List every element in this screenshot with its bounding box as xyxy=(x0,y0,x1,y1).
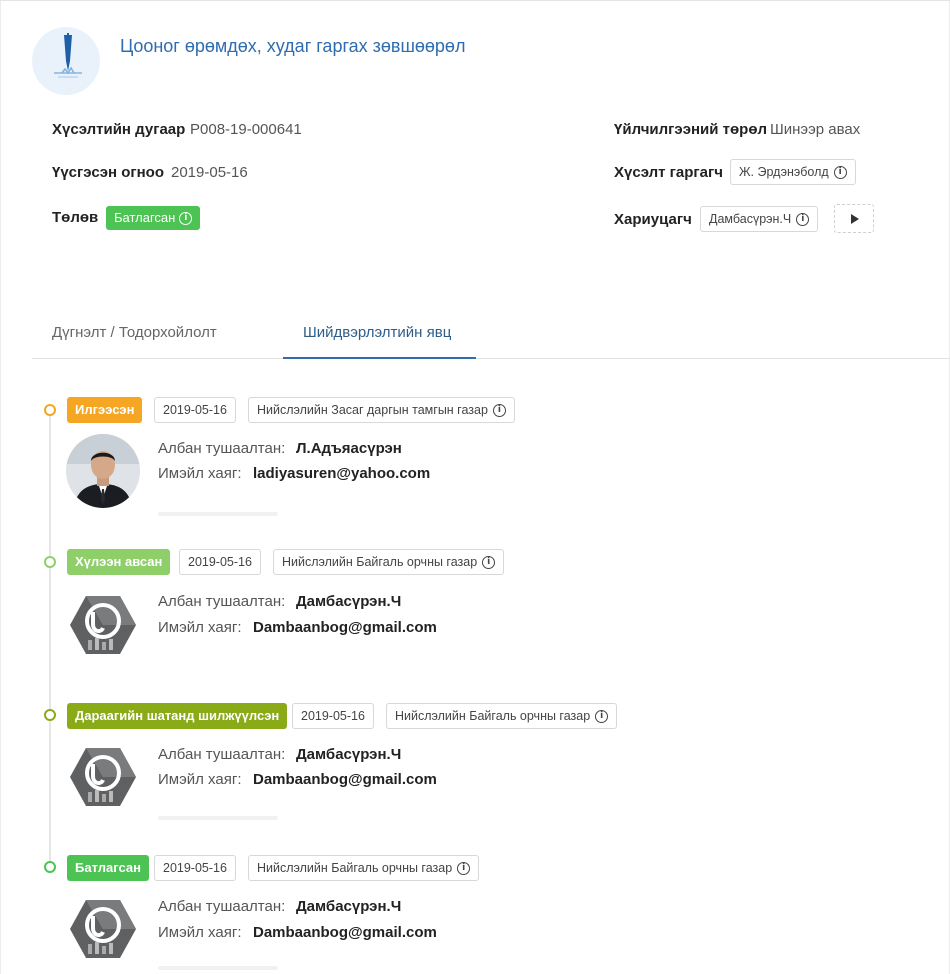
official-label: Албан тушаалтан: xyxy=(158,898,286,915)
avatar xyxy=(66,434,140,508)
timeline-dot xyxy=(44,861,56,873)
active-tab-indicator xyxy=(283,357,476,359)
created-date-value: 2019-05-16 xyxy=(171,164,248,181)
org-name: Нийслэлийн Байгаль орчны газар xyxy=(257,861,453,875)
responsible-chip[interactable]: Дамбасүрэн.Ч i xyxy=(700,206,819,232)
info-icon: i xyxy=(482,555,496,569)
status-label: Төлөв xyxy=(52,209,99,226)
official-label: Албан тушаалтан: xyxy=(158,440,286,457)
info-icon: i xyxy=(492,403,506,417)
email-value[interactable]: Dambaanbog@gmail.com xyxy=(253,924,437,941)
org-chip[interactable]: Нийслэлийн Байгаль орчны газар i xyxy=(248,855,480,881)
drill-icon xyxy=(32,27,100,95)
email-label: Имэйл хаяг: xyxy=(158,924,242,941)
info-icon: i xyxy=(179,211,193,225)
status-tag-approved: Батлагсан xyxy=(67,855,149,881)
placeholder-line xyxy=(158,816,278,820)
email-label: Имэйл хаяг: xyxy=(158,771,242,788)
info-icon: i xyxy=(796,212,810,226)
placeholder-line xyxy=(158,966,278,970)
info-icon: i xyxy=(457,861,471,875)
official-name: Дамбасүрэн.Ч xyxy=(296,898,402,915)
uberp-logo xyxy=(66,892,140,966)
service-type-label: Үйлчилгээний төрөл xyxy=(614,121,768,138)
official-label: Албан тушаалтан: xyxy=(158,746,286,763)
email-value[interactable]: Dambaanbog@gmail.com xyxy=(253,619,437,636)
org-name: Нийслэлийн Байгаль орчны газар xyxy=(282,555,478,569)
tabs-divider xyxy=(32,358,950,359)
uberp-logo xyxy=(66,588,140,662)
email-label: Имэйл хаяг: xyxy=(158,465,242,482)
org-chip[interactable]: Нийслэлийн Засаг даргын тамгын газар i xyxy=(248,397,515,423)
timeline-line xyxy=(49,410,51,870)
org-chip[interactable]: Нийслэлийн Байгаль орчны газар i xyxy=(386,703,618,729)
email-value[interactable]: Dambaanbog@gmail.com xyxy=(253,771,437,788)
status-tag-forwarded: Дараагийн шатанд шилжүүлсэн xyxy=(67,703,288,729)
status-badge[interactable]: Батлагсан i xyxy=(106,206,201,230)
top-border xyxy=(0,0,950,1)
play-icon xyxy=(851,214,859,224)
created-date-label: Үүсгэсэн огноо xyxy=(52,164,165,181)
placeholder-line xyxy=(158,512,278,516)
date-chip: 2019-05-16 xyxy=(154,397,236,423)
timeline-dot xyxy=(44,404,56,416)
responsible-name: Дамбасүрэн.Ч xyxy=(709,212,792,226)
date-chip: 2019-05-16 xyxy=(179,549,261,575)
org-chip[interactable]: Нийслэлийн Байгаль орчны газар i xyxy=(273,549,505,575)
request-number-value: P008-19-000641 xyxy=(190,121,302,138)
timeline-dot xyxy=(44,709,56,721)
page-title: Цооног өрөмдөх, худаг гаргах зөвшөөрөл xyxy=(120,36,466,56)
info-icon: i xyxy=(595,709,609,723)
date-chip: 2019-05-16 xyxy=(154,855,236,881)
org-name: Нийслэлийн Байгаль орчны газар xyxy=(395,709,591,723)
tab-progress[interactable]: Шийдвэрлэлтийн явц xyxy=(303,324,451,341)
org-name: Нийслэлийн Засаг даргын тамгын газар xyxy=(257,403,488,417)
service-type-value: Шинээр авах xyxy=(770,121,861,138)
request-number-label: Хүсэлтийн дугаар xyxy=(52,121,186,138)
play-button[interactable] xyxy=(834,204,874,233)
requester-chip[interactable]: Ж. Эрдэнэболд i xyxy=(730,159,856,185)
status-tag-received: Хүлээн авсан xyxy=(67,549,171,575)
status-tag-sent: Илгээсэн xyxy=(67,397,143,423)
requester-label: Хүсэлт гаргагч xyxy=(614,164,723,181)
responsible-label: Хариуцагч xyxy=(614,211,692,228)
official-name: Дамбасүрэн.Ч xyxy=(296,746,402,763)
page-frame xyxy=(0,0,950,974)
uberp-logo xyxy=(66,740,140,814)
tab-conclusion[interactable]: Дүгнэлт / Тодорхойлолт xyxy=(52,324,217,341)
email-label: Имэйл хаяг: xyxy=(158,619,242,636)
official-label: Албан тушаалтан: xyxy=(158,593,286,610)
official-name: Дамбасүрэн.Ч xyxy=(296,593,402,610)
email-value[interactable]: ladiyasuren@yahoo.com xyxy=(253,465,430,482)
date-chip: 2019-05-16 xyxy=(292,703,374,729)
timeline-dot xyxy=(44,556,56,568)
status-badge-text: Батлагсан xyxy=(114,210,176,225)
info-icon: i xyxy=(833,165,847,179)
requester-name: Ж. Эрдэнэболд xyxy=(739,165,829,179)
official-name: Л.Адъяасүрэн xyxy=(296,440,402,457)
